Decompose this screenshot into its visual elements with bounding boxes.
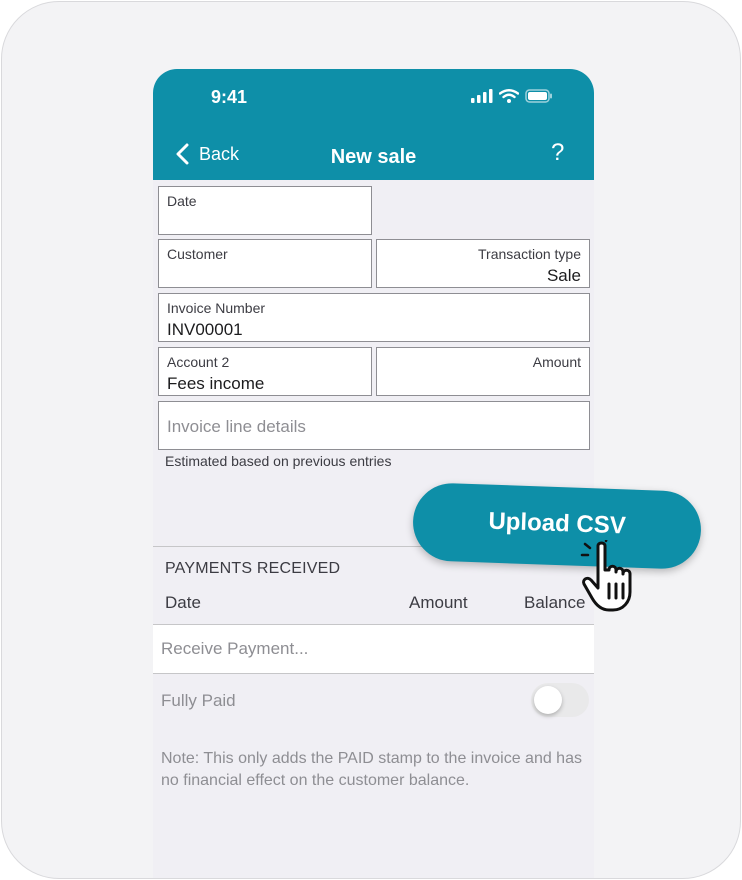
invoice-number-value: INV00001 (167, 320, 243, 339)
nav-header: 9:41 Back New sale ? (153, 69, 594, 180)
invoice-number-label: Invoice Number (167, 300, 266, 316)
receive-payment-row[interactable]: Receive Payment... (153, 625, 594, 673)
date-label: Date (167, 193, 197, 209)
paid-stamp-note: Note: This only adds the PAID stamp to t… (161, 750, 582, 789)
battery-icon (525, 89, 552, 103)
fully-paid-toggle[interactable] (531, 683, 589, 717)
signal-icon (471, 89, 493, 103)
upload-csv-button[interactable]: Upload CSV (411, 481, 703, 571)
invoice-line-details-field[interactable]: Invoice line details (158, 401, 590, 450)
status-icons (471, 88, 553, 104)
payments-section-title: PAYMENTS RECEIVED (165, 560, 341, 577)
fully-paid-label: Fully Paid (161, 691, 236, 710)
account-value: Fees income (167, 374, 265, 393)
status-time: 9:41 (211, 87, 248, 107)
payments-column-date: Date (165, 593, 201, 612)
payments-column-amount: Amount (409, 593, 468, 612)
toggle-knob (534, 686, 562, 714)
transaction-type-field[interactable]: Transaction type Sale (376, 239, 590, 288)
phone-screen: 9:41 Back New sale ? Date Customer Trans… (153, 69, 594, 878)
account-label: Account 2 (167, 354, 230, 370)
estimate-hint: Estimated based on previous entries (165, 453, 392, 469)
invoice-line-details-placeholder: Invoice line details (167, 417, 306, 436)
frame-card: 9:41 Back New sale ? Date Customer Trans… (1, 1, 741, 879)
wifi-icon (499, 89, 519, 103)
page-title: New sale (330, 146, 417, 168)
date-field[interactable]: Date (158, 186, 372, 235)
customer-field[interactable]: Customer (158, 239, 372, 288)
receive-payment-label: Receive Payment... (161, 639, 309, 658)
amount-field[interactable]: Amount (376, 347, 590, 396)
hand-pointer-icon (580, 540, 632, 612)
invoice-number-field[interactable]: Invoice Number INV00001 (158, 293, 590, 342)
transaction-type-value: Sale (546, 266, 581, 285)
amount-label: Amount (532, 354, 581, 370)
help-button[interactable]: ? (551, 139, 564, 167)
receive-payment-divider (153, 673, 594, 674)
customer-label: Customer (167, 246, 228, 262)
account-field[interactable]: Account 2 Fees income (158, 347, 372, 396)
transaction-type-label: Transaction type (478, 246, 581, 262)
